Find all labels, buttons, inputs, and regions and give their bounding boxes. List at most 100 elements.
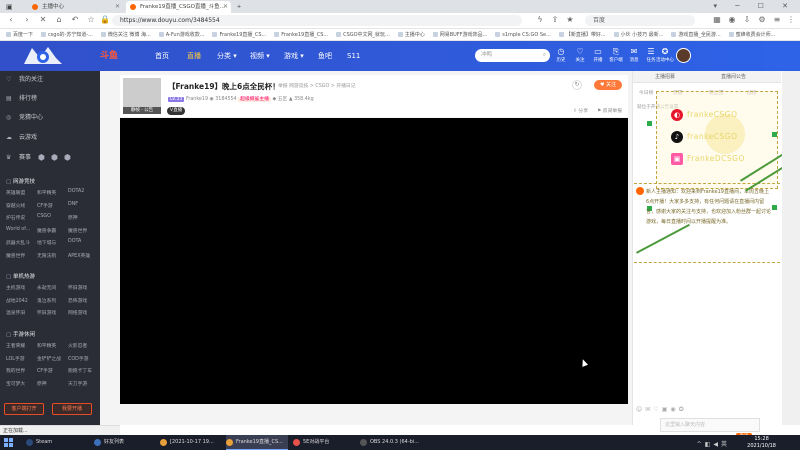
taskbar-clock[interactable]: 15:28 2021/10/18: [747, 436, 776, 449]
broadcast-button[interactable]: ▭ 开播: [590, 47, 606, 64]
nav-s11[interactable]: S11: [347, 41, 360, 71]
sidebar-subitem[interactable]: APEX英雄: [68, 252, 90, 259]
anchor-badge[interactable]: 超级鲸鲨主播: [238, 97, 271, 102]
taskbar-item-browser1[interactable]: [2021-10-17 19...: [160, 435, 222, 450]
sidebar-subitem[interactable]: 网络游戏: [68, 309, 87, 316]
bookmark-item[interactable]: A-Fun游戏收款...: [159, 29, 205, 40]
system-tray[interactable]: ^◧◀英: [697, 439, 730, 448]
section-title-single[interactable]: 单机热游: [6, 272, 35, 280]
bookmark-item[interactable]: s1mple CS:GO Se...: [495, 29, 551, 40]
sidebar-subitem[interactable]: 原神: [68, 214, 78, 221]
sidebar-subitem[interactable]: 跑跑卡丁车: [68, 367, 92, 374]
nav-yuba[interactable]: 鱼吧: [318, 41, 332, 71]
tab-notice[interactable]: 直播间公告: [721, 71, 746, 83]
sidebar-subitem[interactable]: World of...: [6, 227, 30, 232]
sidebar-subitem[interactable]: 恐怖游戏: [68, 297, 87, 304]
sidebar-item-rank[interactable]: ▤ 排行榜: [6, 92, 37, 106]
sidebar-subitem[interactable]: CSGO: [37, 214, 51, 219]
section-title-mobile[interactable]: 手游休闲: [6, 330, 35, 338]
resize-handle[interactable]: [772, 132, 777, 137]
match-team-icons[interactable]: ⬢⬢⬢: [38, 153, 77, 162]
sidebar-subitem[interactable]: 炉石传说: [6, 214, 25, 221]
taskbar-item-friends[interactable]: 好友列表: [94, 435, 156, 450]
fans-icon[interactable]: ♡: [653, 406, 661, 413]
bookmark-item[interactable]: 【新直播】带好...: [559, 29, 606, 40]
sidebar-subitem[interactable]: DNF: [68, 202, 78, 207]
taskbar-item-steam[interactable]: Steam: [26, 435, 88, 450]
room-avatar[interactable]: 静帧 · 公告: [123, 78, 161, 114]
sidebar-subitem[interactable]: LOL手游: [6, 355, 25, 362]
settings-icon[interactable]: ⚙: [757, 15, 767, 25]
emoji-icon[interactable]: ☺: [636, 406, 645, 413]
sidebar-subitem[interactable]: 地下城与: [37, 239, 56, 246]
account-icon[interactable]: ◉: [727, 15, 737, 25]
site-search-input[interactable]: 冲鸭 ⌕: [475, 49, 550, 62]
sidebar-subitem[interactable]: 怀旧游戏: [68, 284, 87, 291]
sidebar-subitem[interactable]: 我的世界: [6, 367, 25, 374]
sidebar-item-guess[interactable]: ◎ 竞猜中心: [6, 111, 43, 125]
sidebar-subitem[interactable]: 英雄联盟: [6, 189, 25, 196]
sidebar-subitem[interactable]: 王者荣耀: [6, 342, 25, 349]
sidebar-subitem[interactable]: DOTA2: [68, 189, 84, 194]
sidebar-item-follow[interactable]: ♡ 我的关注: [6, 73, 43, 87]
reload-icon[interactable]: ✕: [38, 15, 48, 25]
bookmark-item[interactable]: 小伙 小技巧 最新...: [614, 29, 664, 40]
close-icon[interactable]: ✕: [223, 1, 228, 13]
message-button[interactable]: ✉ 消息: [626, 47, 642, 64]
nav-category[interactable]: 分类 ▾: [217, 41, 237, 71]
volume-icon[interactable]: ◀: [713, 441, 721, 448]
sidebar-subitem[interactable]: 永劫无间: [37, 284, 56, 291]
bookmark-item[interactable]: Franke19直播_CS...: [212, 29, 266, 40]
sidebar-subitem[interactable]: 和平精英: [37, 342, 56, 349]
sidebar-item-match[interactable]: ♛ 赛事: [6, 151, 31, 165]
follow-button[interactable]: ♡ 关注: [572, 47, 588, 64]
bookmark-item[interactable]: 蜜蜂收费会计师...: [729, 29, 776, 40]
social-weibo[interactable]: ◐ frankeCSGO: [671, 108, 771, 122]
menu-icon[interactable]: ≡: [772, 15, 782, 25]
sidebar-subitem[interactable]: 宝可梦大: [6, 380, 25, 387]
follow-button[interactable]: ♥ 关注: [594, 80, 622, 90]
nav-home[interactable]: 首页: [155, 41, 169, 71]
sidebar-subitem[interactable]: 怀旧游戏: [37, 309, 56, 316]
sidebar-subitem[interactable]: 魔兽世界: [68, 227, 87, 234]
taskbar-item-browser2[interactable]: Franke19直播_CS...: [226, 435, 288, 450]
taskbar-item-5e[interactable]: 5E对战平台: [293, 435, 355, 450]
streamer-name[interactable]: Franke19: [186, 97, 208, 102]
sidebar-subitem[interactable]: 战地2042: [6, 297, 28, 304]
back-icon[interactable]: ‹: [6, 15, 16, 25]
client-open-button[interactable]: 客户端打开: [4, 403, 44, 415]
browser-search-input[interactable]: 百度: [585, 15, 695, 26]
speed-icon[interactable]: ϟ: [535, 15, 545, 25]
social-tiktok[interactable]: ♪ frankeCSGO: [671, 130, 771, 144]
user-avatar[interactable]: [676, 48, 691, 63]
sidebar-subitem[interactable]: CF手游: [37, 367, 53, 374]
bookmark-star-icon[interactable]: ★: [565, 15, 575, 25]
bookmark-item[interactable]: 百度一下: [6, 29, 33, 40]
social-bilibili[interactable]: ▣ FrankeDCSGO: [671, 152, 771, 166]
nav-live[interactable]: 直播: [187, 41, 201, 71]
bookmark-item[interactable]: 游戏直播_全民游...: [671, 29, 720, 40]
nav-game[interactable]: 游戏 ▾: [284, 41, 304, 71]
bookmark-item[interactable]: 网易BUFF游戏饰品...: [433, 29, 488, 40]
tab-anchor-center[interactable]: 主播中心 ✕: [28, 1, 123, 13]
chat-input[interactable]: 这里输入聊天内容: [660, 418, 760, 432]
subtab-today[interactable]: 今日榜: [639, 89, 653, 99]
bookmark-item[interactable]: CSGO中文网_就玩...: [336, 29, 390, 40]
sidebar-subitem[interactable]: CF手游: [37, 202, 53, 209]
vlive-tag[interactable]: V直播: [167, 107, 186, 115]
chevron-up-icon[interactable]: ^: [697, 441, 705, 448]
douyu-logo[interactable]: [20, 44, 66, 68]
window-controls[interactable]: ▾ ─ ☐ ✕: [713, 0, 796, 13]
sidebar-subitem[interactable]: 穿越火线: [6, 202, 25, 209]
sidebar-subitem[interactable]: 魔兽争霸: [37, 227, 56, 234]
history-button[interactable]: ◷ 历史: [553, 47, 569, 64]
bookmark-item[interactable]: Franke19直播_CS...: [274, 29, 328, 40]
home-icon[interactable]: ⌂: [54, 15, 64, 25]
section-title-online[interactable]: 网游竞技: [6, 177, 35, 185]
video-player[interactable]: [120, 118, 628, 404]
tab-menu[interactable]: ▣: [2, 1, 26, 13]
sidebar-subitem[interactable]: COD手游: [68, 355, 88, 362]
star-icon[interactable]: ☆: [86, 15, 96, 25]
bookmark-item[interactable]: 微信关注 微博 海...: [101, 29, 151, 40]
sidebar-subitem[interactable]: 火影忍者: [68, 342, 87, 349]
